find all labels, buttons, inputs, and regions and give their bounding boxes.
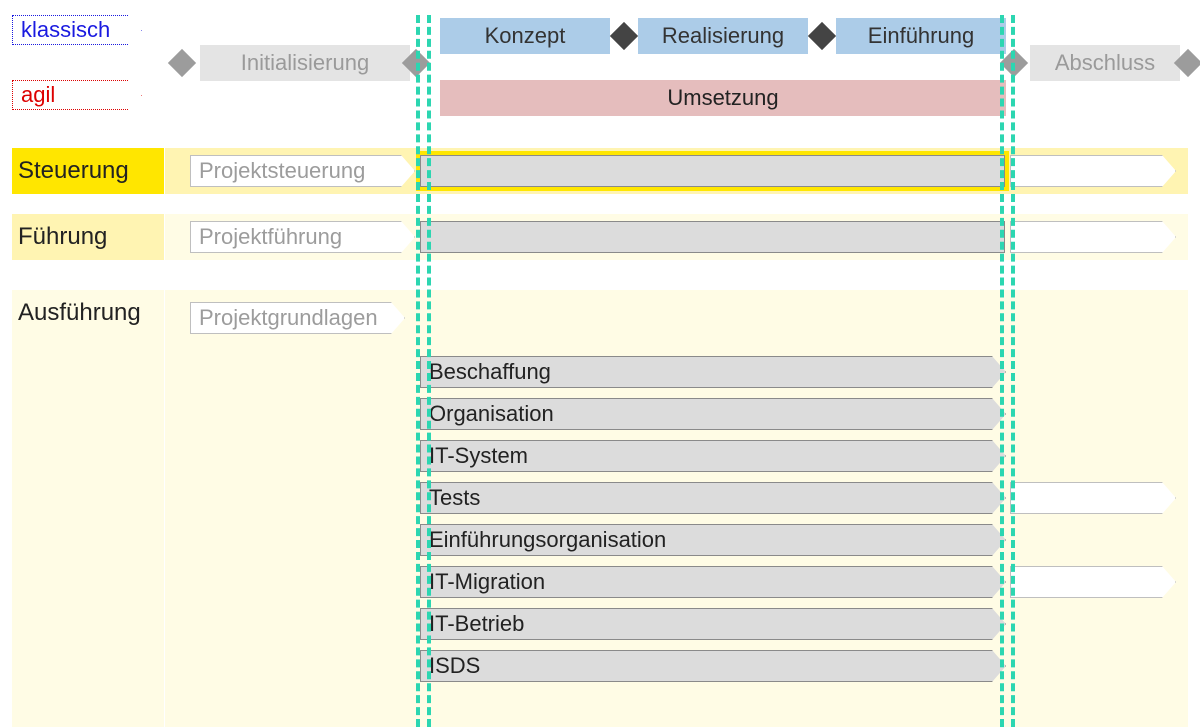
phase-divider-left-outer [416,15,420,727]
module-it-betrieb[interactable]: IT-Betrieb [420,608,1006,640]
module-projektsteuerung-end[interactable] [1010,155,1176,187]
phase-einfuehrung[interactable]: Einführung [836,18,1006,54]
phase-divider-right-outer [1011,15,1015,727]
phase-abschluss[interactable]: Abschluss [1030,45,1180,81]
module-projektsteuerung-mid[interactable] [420,155,1005,187]
phase-umsetzung[interactable]: Umsetzung [440,80,1006,116]
module-tests-end[interactable] [1010,482,1176,514]
milestone-icon [168,49,196,77]
phase-initialisierung[interactable]: Initialisierung [200,45,410,81]
legend-agil[interactable]: agil [12,80,142,110]
phase-divider-right-inner [1000,15,1004,727]
row-label-steuerung: Steuerung [12,148,164,194]
module-organisation[interactable]: Organisation [420,398,1006,430]
module-tests[interactable]: Tests [420,482,1006,514]
module-it-system[interactable]: IT-System [420,440,1006,472]
hermes-scenario-diagram: klassisch agil Initialisierung Konzept R… [0,0,1200,727]
module-projektsteuerung-init[interactable]: Projektsteuerung [190,155,415,187]
module-beschaffung[interactable]: Beschaffung [420,356,1006,388]
module-it-migration-end[interactable] [1010,566,1176,598]
row-label-fuehrung: Führung [12,214,164,260]
module-isds[interactable]: ISDS [420,650,1006,682]
milestone-icon [808,22,836,50]
phase-konzept[interactable]: Konzept [440,18,610,54]
module-it-migration[interactable]: IT-Migration [420,566,1006,598]
module-projektgrundlagen[interactable]: Projektgrundlagen [190,302,405,334]
phase-divider-left-inner [427,15,431,727]
module-projektfuehrung-mid[interactable] [420,221,1005,253]
module-projektfuehrung-end[interactable] [1010,221,1176,253]
legend-klassisch[interactable]: klassisch [12,15,142,45]
milestone-icon [610,22,638,50]
module-einfuehrungsorganisation[interactable]: Einführungsorganisation [420,524,1006,556]
row-label-ausfuehrung: Ausführung [12,290,164,727]
phase-realisierung[interactable]: Realisierung [638,18,808,54]
module-projektfuehrung-init[interactable]: Projektführung [190,221,415,253]
